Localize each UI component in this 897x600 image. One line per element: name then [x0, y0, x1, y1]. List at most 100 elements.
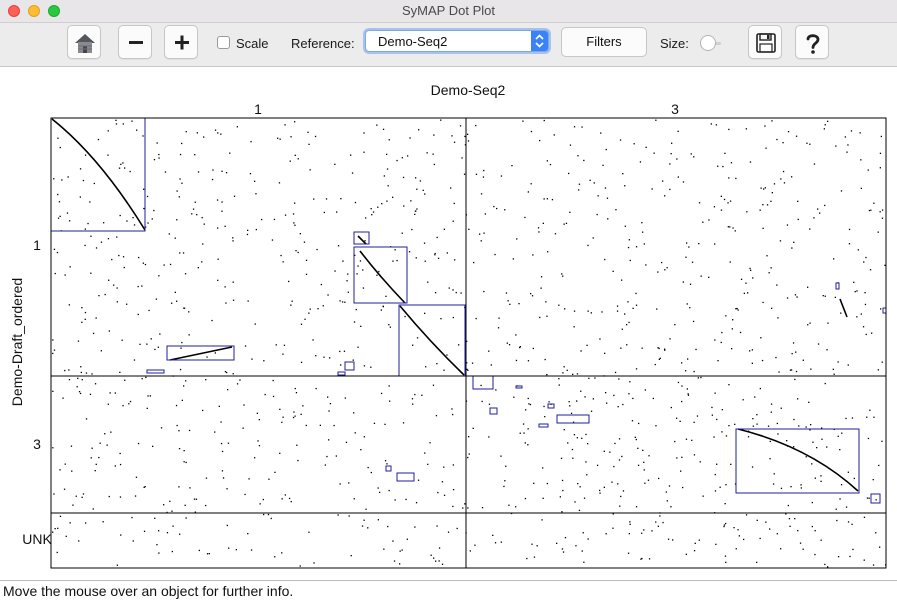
- zoom-in-button[interactable]: [164, 25, 198, 59]
- hit-dot: [848, 243, 851, 245]
- hit-dot: [171, 550, 173, 553]
- hit-dot: [236, 383, 239, 385]
- hit-dot: [752, 418, 754, 420]
- hit-dot: [249, 173, 252, 175]
- hit-dot: [326, 455, 328, 458]
- hit-dot: [762, 204, 764, 206]
- hit-dot: [137, 285, 139, 288]
- hit-dot: [279, 408, 281, 410]
- hit-dot: [635, 506, 638, 508]
- synteny-block[interactable]: [538, 423, 549, 428]
- hit-dot: [635, 368, 638, 370]
- hit-dot: [273, 218, 276, 221]
- hit-dot: [376, 274, 378, 276]
- hit-dot: [735, 177, 737, 180]
- hit-dot: [352, 359, 354, 361]
- synteny-block[interactable]: [489, 407, 498, 415]
- hit-dot: [596, 464, 599, 466]
- hit-dot: [635, 292, 637, 295]
- synteny-block[interactable]: [337, 371, 346, 376]
- hit-dot: [308, 143, 310, 145]
- synteny-block[interactable]: [385, 465, 392, 472]
- hit-dot: [833, 258, 835, 260]
- hit-dot: [460, 292, 462, 294]
- hit-dot: [53, 493, 55, 495]
- hit-dot: [547, 251, 549, 253]
- hit-dot: [823, 128, 825, 130]
- hit-dot: [377, 519, 379, 521]
- hit-dot: [146, 343, 148, 345]
- hit-dot: [769, 458, 771, 460]
- hit-dot: [380, 309, 382, 311]
- hit-dot: [868, 497, 870, 499]
- hit-dot: [412, 403, 414, 405]
- hit-dot: [436, 363, 438, 365]
- hit-dot: [690, 153, 692, 155]
- hit-dot: [158, 157, 160, 159]
- hit-dot: [59, 146, 61, 149]
- hit-dot: [619, 139, 622, 141]
- synteny-blocks[interactable]: [50, 117, 887, 504]
- hit-dot: [587, 443, 589, 445]
- hit-dot: [605, 533, 607, 535]
- hit-dot: [258, 445, 261, 447]
- synteny-block[interactable]: [353, 231, 370, 245]
- hit-dot: [315, 387, 317, 390]
- scale-checkbox[interactable]: [217, 36, 230, 49]
- synteny-block[interactable]: [146, 369, 165, 374]
- hit-dot: [137, 442, 140, 445]
- home-button[interactable]: [67, 25, 101, 59]
- help-button[interactable]: [795, 25, 829, 59]
- synteny-block[interactable]: [50, 117, 146, 232]
- hit-dot: [98, 456, 100, 459]
- hit-dot: [467, 369, 469, 371]
- hit-dot: [314, 135, 317, 138]
- hit-dot: [798, 425, 800, 427]
- synteny-block[interactable]: [515, 385, 523, 389]
- hit-dot: [665, 491, 667, 493]
- synteny-block[interactable]: [735, 428, 860, 494]
- hit-dot: [323, 211, 325, 214]
- hit-dot: [432, 153, 434, 155]
- size-slider-knob[interactable]: [700, 35, 716, 51]
- synteny-hit-line: [359, 250, 406, 304]
- synteny-block[interactable]: [835, 282, 840, 290]
- hit-dot: [63, 488, 66, 490]
- hit-dot: [174, 237, 176, 239]
- hit-dot: [183, 461, 185, 463]
- hit-dot: [275, 344, 277, 346]
- hit-dot: [427, 281, 429, 283]
- synteny-block[interactable]: [396, 472, 415, 482]
- hit-dot: [251, 358, 253, 360]
- hit-dot: [587, 538, 589, 540]
- hit-dot: [437, 491, 439, 494]
- hit-dot: [869, 409, 871, 411]
- filters-button[interactable]: Filters: [561, 27, 647, 57]
- reference-select[interactable]: Demo-Seq2: [365, 30, 549, 52]
- hit-dot: [853, 281, 855, 283]
- hit-dot: [645, 264, 647, 266]
- synteny-block[interactable]: [870, 493, 881, 504]
- hit-dot: [787, 504, 789, 507]
- synteny-block[interactable]: [472, 375, 494, 390]
- hit-dot: [822, 295, 824, 297]
- hit-dot: [126, 220, 128, 222]
- synteny-block[interactable]: [344, 361, 355, 371]
- zoom-out-button[interactable]: [118, 25, 152, 59]
- hit-dot: [777, 317, 779, 319]
- hit-dot: [304, 318, 306, 320]
- hit-dot: [64, 463, 66, 465]
- hit-dot: [357, 346, 359, 348]
- hit-dot: [103, 222, 105, 224]
- hit-dot: [106, 444, 108, 446]
- save-button[interactable]: [748, 25, 782, 59]
- dot-plot-canvas[interactable]: Demo-Seq2 1 3 Demo-Draft_ordered 1 3 UNK: [0, 67, 897, 579]
- hit-dot: [52, 339, 54, 341]
- hit-dot: [604, 258, 606, 261]
- hit-dot: [578, 509, 581, 511]
- hit-dot: [621, 455, 623, 458]
- hit-dot: [730, 463, 732, 465]
- hit-dot: [648, 455, 650, 457]
- hit-dot: [297, 251, 299, 254]
- hit-dot: [416, 208, 418, 210]
